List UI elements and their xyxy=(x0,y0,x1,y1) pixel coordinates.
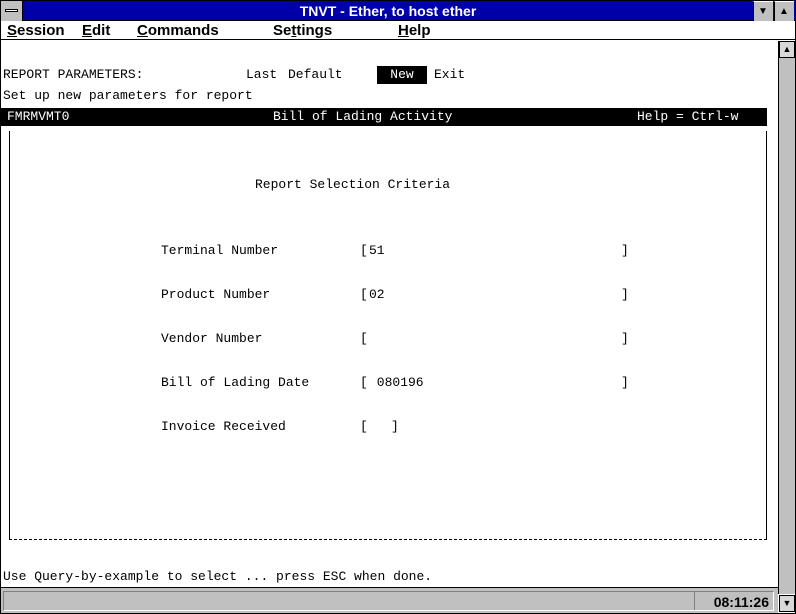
minimize-icon: ▼ xyxy=(758,6,768,17)
help-hint: Help = Ctrl-w xyxy=(637,109,739,124)
menu-edit[interactable]: Edit xyxy=(82,21,110,40)
form-title: Bill of Lading Activity xyxy=(273,109,453,124)
field-bracket-close: ] xyxy=(621,375,629,390)
field-bracket-open: [ xyxy=(360,243,368,258)
form-border-bottom xyxy=(9,539,767,540)
field-bracket-open: [ xyxy=(360,375,368,390)
menu-commands[interactable]: Commands xyxy=(137,21,219,40)
option-exit[interactable]: Exit xyxy=(434,66,465,84)
menu-settings[interactable]: Settings xyxy=(273,21,332,40)
bill-of-lading-date-label: Bill of Lading Date xyxy=(161,375,310,390)
form-border-left xyxy=(9,131,10,539)
option-last[interactable]: Last xyxy=(246,66,277,84)
form-heading: Report Selection Criteria xyxy=(255,177,451,192)
terminal-number-field[interactable]: 51 xyxy=(369,242,385,260)
terminal-screen[interactable]: REPORT PARAMETERS: Last Default New Exit… xyxy=(1,41,778,586)
terminal-number-label: Terminal Number xyxy=(161,243,279,258)
prompt-text: Set up new parameters for report xyxy=(3,88,253,103)
status-divider xyxy=(694,592,695,610)
status-bar: 08:11:26 xyxy=(1,587,778,613)
invoice-received-label: Invoice Received xyxy=(161,419,286,434)
field-bracket-close: ] xyxy=(621,331,629,346)
invoice-received-field[interactable] xyxy=(377,418,385,436)
vendor-number-label: Vendor Number xyxy=(161,331,263,346)
maximize-icon: ▲ xyxy=(779,6,789,17)
scroll-up-icon: ▲ xyxy=(782,44,792,54)
vertical-scrollbar[interactable]: ▲ ▼ xyxy=(778,41,795,612)
field-bracket-open: [ xyxy=(360,287,368,302)
field-bracket-close: ] xyxy=(391,419,399,434)
maximize-button[interactable]: ▲ xyxy=(774,1,794,21)
field-bracket-close: ] xyxy=(621,243,629,258)
field-bracket-close: ] xyxy=(621,287,629,302)
title-bar[interactable]: TNVT - Ether, to host ether ▼ ▲ xyxy=(1,1,795,21)
menu-bar: Session Edit Commands Settings Help xyxy=(1,21,795,40)
product-number-label: Product Number xyxy=(161,287,271,302)
scroll-thumb[interactable] xyxy=(779,58,795,68)
scroll-down-button[interactable]: ▼ xyxy=(779,595,795,612)
form-header-bar: FMRMVMT0 Bill of Lading Activity Help = … xyxy=(1,108,767,126)
window-title: TNVT - Ether, to host ether xyxy=(299,3,477,19)
status-panel: 08:11:26 xyxy=(3,591,774,611)
form-id: FMRMVMT0 xyxy=(7,109,70,124)
bill-of-lading-date-field[interactable]: 080196 xyxy=(369,374,424,392)
footer-message: Use Query-by-example to select ... press… xyxy=(3,569,433,584)
field-bracket-open: [ xyxy=(360,331,368,346)
scroll-down-icon: ▼ xyxy=(782,598,792,608)
system-menu-button[interactable] xyxy=(1,1,23,21)
form-border-right xyxy=(766,131,767,539)
menu-session[interactable]: Session xyxy=(7,21,65,40)
product-number-field[interactable]: 02 xyxy=(369,286,385,304)
option-new-selected[interactable]: New xyxy=(377,66,427,84)
menu-help[interactable]: Help xyxy=(398,21,431,40)
minimize-button[interactable]: ▼ xyxy=(753,1,773,21)
field-bracket-open: [ xyxy=(360,419,368,434)
status-clock: 08:11:26 xyxy=(713,594,769,610)
option-default[interactable]: Default xyxy=(288,66,343,84)
terminal-window: TNVT - Ether, to host ether ▼ ▲ Session … xyxy=(0,0,796,614)
report-menu-label: REPORT PARAMETERS: xyxy=(3,67,144,82)
scroll-up-button[interactable]: ▲ xyxy=(779,41,795,58)
system-menu-icon xyxy=(5,9,18,12)
